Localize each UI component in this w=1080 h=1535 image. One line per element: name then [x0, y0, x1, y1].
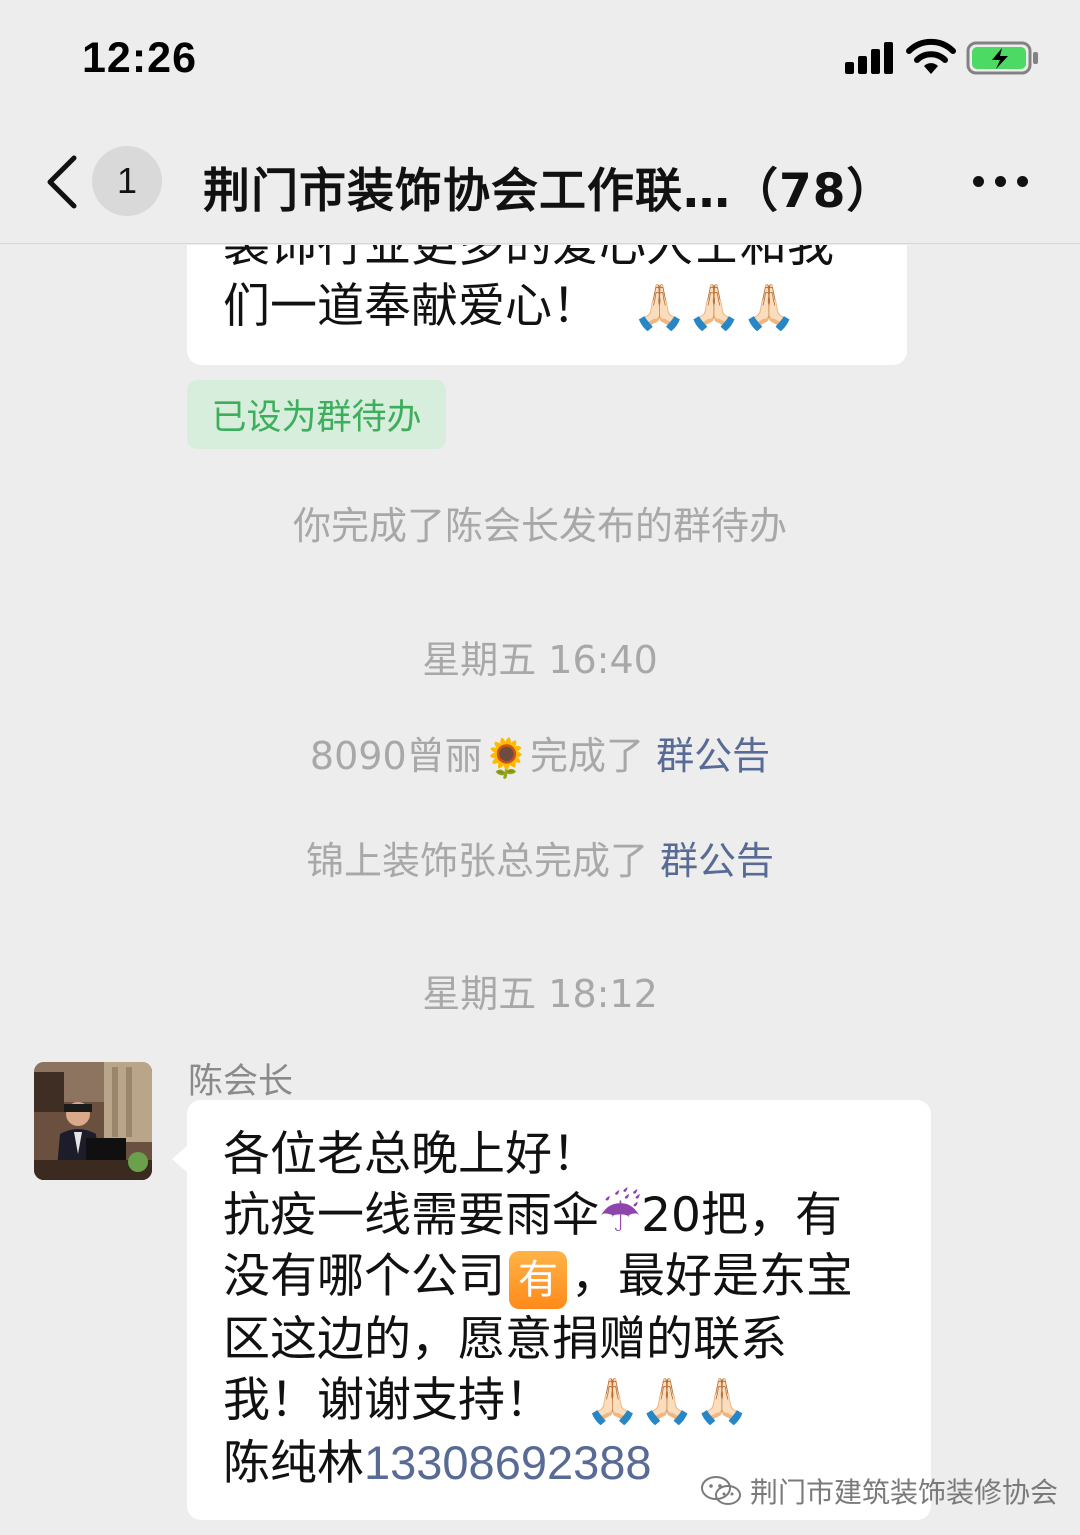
message-bubble[interactable]: 各位老总晚上好！ 抗疫一线需要雨伞☔20把，有 没有哪个公司有，最好是东宝 区这…	[187, 1100, 931, 1520]
message-line: 们一道奉献爱心！	[223, 279, 599, 334]
message-line: 装饰行业更多的爱心人士和我	[223, 245, 834, 273]
signal-icon	[845, 42, 897, 74]
unread-count-badge[interactable]: 1	[92, 146, 162, 216]
announcement-link[interactable]: 群公告	[660, 839, 774, 883]
message-text: 陈纯林	[223, 1435, 364, 1491]
battery-charging-icon	[966, 41, 1038, 75]
wechat-icon	[701, 1476, 741, 1505]
chat-title: 荆门市装饰协会工作联…（78）	[203, 164, 895, 219]
sender-name: 陈会长	[188, 1062, 294, 1102]
message-line: 区这边的，愿意捐赠的联系	[223, 1311, 787, 1367]
message-list[interactable]: 装饰行业更多的爱心人士和我 们一道奉献爱心！ 🙏🏻🙏🏻🙏🏻 已设为群待办 你完成…	[0, 245, 1080, 1535]
sunflower-emoji: 🌻	[482, 736, 530, 780]
wifi-icon	[906, 38, 956, 74]
status-time: 12:26	[82, 34, 197, 82]
status-bar: 12:26	[0, 0, 1080, 118]
timestamp: 星期五 16:40	[422, 638, 658, 682]
you-emoji-badge: 有	[509, 1250, 567, 1309]
message-text: ，最好是东宝	[571, 1249, 853, 1304]
message-text: 20把，有	[641, 1188, 842, 1243]
umbrella-emoji: ☔	[599, 1188, 642, 1243]
praying-hands-emoji: 🙏🏻🙏🏻🙏🏻	[631, 282, 797, 333]
message-text: 我！谢谢支持！	[223, 1372, 552, 1428]
system-message: 锦上装饰张总完成了 群公告	[0, 830, 1080, 885]
praying-hands-emoji: 🙏🏻🙏🏻🙏🏻	[584, 1375, 750, 1427]
system-message: 8090曾丽🌻完成了 群公告	[0, 725, 1080, 781]
system-action: 完成了	[529, 734, 657, 778]
timestamp: 星期五 18:12	[422, 972, 658, 1016]
member-name: 8090曾丽	[309, 734, 483, 778]
system-action: 锦上装饰张总完成了	[305, 839, 661, 883]
chat-header: 1 荆门市装饰协会工作联…（78）	[0, 118, 1080, 244]
watermark-text: 荆门市建筑装饰装修协会	[750, 1476, 1059, 1509]
message-bubble-previous[interactable]: 装饰行业更多的爱心人士和我 们一道奉献爱心！ 🙏🏻🙏🏻🙏🏻	[187, 245, 907, 365]
chevron-left-icon[interactable]	[44, 154, 80, 210]
todo-tag[interactable]: 已设为群待办	[187, 380, 446, 449]
announcement-link[interactable]: 群公告	[656, 734, 770, 778]
more-dots-icon[interactable]	[973, 176, 1029, 188]
sender-avatar[interactable]	[34, 1062, 152, 1180]
message-line: 各位老总晚上好！	[223, 1127, 599, 1182]
bubble-tail	[172, 1145, 188, 1173]
message-text: 没有哪个公司	[223, 1249, 505, 1304]
phone-number-link[interactable]: 13308692388	[364, 1436, 652, 1489]
watermark: 荆门市建筑装饰装修协会	[700, 1471, 1058, 1511]
message-text: 抗疫一线需要雨伞	[223, 1188, 599, 1243]
system-message: 你完成了陈会长发布的群待办	[292, 504, 787, 548]
